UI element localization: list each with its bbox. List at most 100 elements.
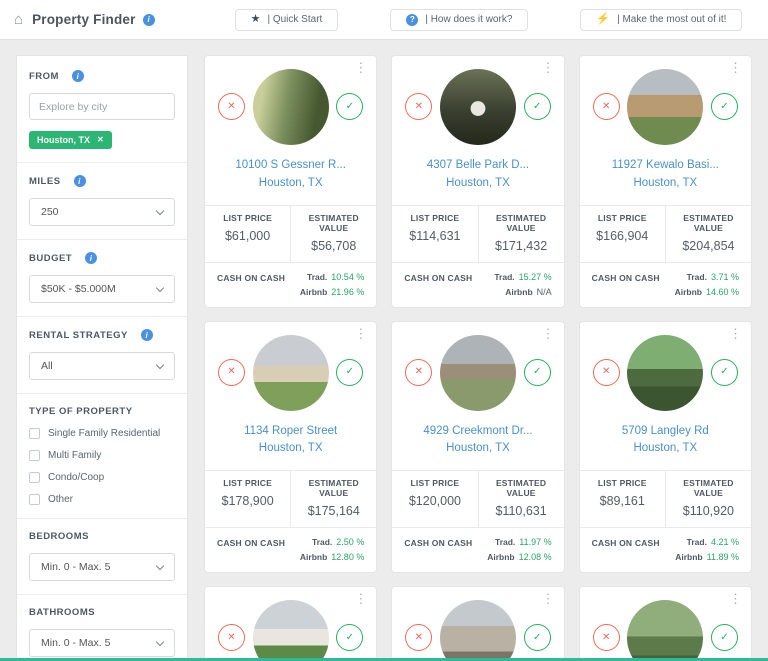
property-address-link[interactable]: 11927 Kewalo Basi... Houston, TX xyxy=(580,157,751,193)
make-the-most-button[interactable]: ⚡ | Make the most out of it! xyxy=(580,9,742,31)
checkbox-single-family[interactable]: Single Family Residential xyxy=(29,428,175,439)
list-price-header: LIST PRICE xyxy=(582,478,663,488)
property-photo[interactable] xyxy=(627,69,703,145)
cash-on-cash-section: CASH ON CASH Trad.15.27 % AirbnbN/A xyxy=(392,262,563,307)
chevron-down-icon xyxy=(156,637,164,645)
city-line: Houston, TX xyxy=(446,442,510,454)
info-icon[interactable]: i xyxy=(143,14,155,26)
property-address-link[interactable]: 1134 Roper Street Houston, TX xyxy=(205,423,376,459)
property-photo[interactable] xyxy=(253,600,329,661)
cash-on-cash-label: CASH ON CASH xyxy=(592,272,660,283)
page-title: Property Finder xyxy=(32,12,136,27)
reject-button[interactable]: ✕ xyxy=(405,93,432,120)
x-icon: ✕ xyxy=(602,367,610,377)
property-photo[interactable] xyxy=(440,600,516,661)
address-line: 11927 Kewalo Basi... xyxy=(612,159,719,171)
checkbox-condo-coop[interactable]: Condo/Coop xyxy=(29,472,175,483)
estimated-value-header: ESTIMATED VALUE xyxy=(481,478,562,498)
property-photo[interactable] xyxy=(253,335,329,411)
reject-button[interactable]: ✕ xyxy=(218,359,245,386)
budget-value: $50K - $5.000M xyxy=(41,283,116,295)
property-photo[interactable] xyxy=(627,335,703,411)
property-photo[interactable] xyxy=(253,69,329,145)
info-icon[interactable]: i xyxy=(72,70,84,82)
info-icon[interactable]: i xyxy=(141,329,153,341)
remove-tag-icon[interactable]: ✕ xyxy=(97,136,104,144)
checkbox-icon[interactable] xyxy=(29,450,40,461)
card-kebab-menu[interactable]: ⋮ xyxy=(725,590,746,607)
property-address-link[interactable]: 4929 Creekmont Dr... Houston, TX xyxy=(392,423,563,459)
card-kebab-menu[interactable]: ⋮ xyxy=(538,325,559,342)
list-price-value: $166,904 xyxy=(582,229,663,243)
list-price-value: $61,000 xyxy=(207,229,288,243)
property-address-link[interactable]: 4307 Belle Park D... Houston, TX xyxy=(392,157,563,193)
price-table: LIST PRICE$166,904 ESTIMATED VALUE$204,8… xyxy=(580,205,751,262)
checkbox-label: Condo/Coop xyxy=(48,472,104,483)
reject-button[interactable]: ✕ xyxy=(405,359,432,386)
x-icon: ✕ xyxy=(602,633,610,643)
city-line: Houston, TX xyxy=(446,177,510,189)
checkbox-icon[interactable] xyxy=(29,472,40,483)
price-table: LIST PRICE$114,631 ESTIMATED VALUE$171,4… xyxy=(392,205,563,262)
reject-button[interactable]: ✕ xyxy=(218,624,245,651)
cash-on-cash-section: CASH ON CASH Trad.2.50 % Airbnb12.80 % xyxy=(205,527,376,572)
info-icon[interactable]: i xyxy=(74,175,86,187)
reject-button[interactable]: ✕ xyxy=(593,93,620,120)
card-kebab-menu[interactable]: ⋮ xyxy=(538,590,559,607)
accept-button[interactable]: ✓ xyxy=(524,624,551,651)
property-photo[interactable] xyxy=(440,335,516,411)
property-photo[interactable] xyxy=(440,69,516,145)
property-photo[interactable] xyxy=(627,600,703,661)
bedrooms-value: Min. 0 - Max. 5 xyxy=(41,561,110,573)
x-icon: ✕ xyxy=(415,633,423,643)
checkbox-icon[interactable] xyxy=(29,428,40,439)
accept-button[interactable]: ✓ xyxy=(336,359,363,386)
star-icon: ★ xyxy=(251,14,261,25)
airbnb-label: Airbnb xyxy=(300,552,327,562)
bathrooms-select[interactable]: Min. 0 - Max. 5 xyxy=(29,629,175,657)
budget-select[interactable]: $50K - $5.000M xyxy=(29,275,175,303)
card-kebab-menu[interactable]: ⋮ xyxy=(350,590,371,607)
accept-button[interactable]: ✓ xyxy=(524,93,551,120)
card-kebab-menu[interactable]: ⋮ xyxy=(725,325,746,342)
reject-button[interactable]: ✕ xyxy=(593,624,620,651)
city-search-input[interactable] xyxy=(29,93,175,120)
chevron-down-icon xyxy=(156,360,164,368)
miles-select[interactable]: 250 xyxy=(29,198,175,226)
checkbox-other[interactable]: Other xyxy=(29,494,175,505)
reject-button[interactable]: ✕ xyxy=(593,359,620,386)
city-line: Houston, TX xyxy=(259,177,323,189)
reject-button[interactable]: ✕ xyxy=(405,624,432,651)
bedrooms-label: BEDROOMS xyxy=(29,531,175,542)
accept-button[interactable]: ✓ xyxy=(711,93,738,120)
card-kebab-menu[interactable]: ⋮ xyxy=(538,59,559,76)
price-table: LIST PRICE$178,900 ESTIMATED VALUE$175,1… xyxy=(205,470,376,527)
trad-label: Trad. xyxy=(312,537,332,547)
card-kebab-menu[interactable]: ⋮ xyxy=(350,59,371,76)
reject-button[interactable]: ✕ xyxy=(218,93,245,120)
miles-value: 250 xyxy=(41,206,59,218)
checkbox-multi-family[interactable]: Multi Family xyxy=(29,450,175,461)
rental-strategy-select[interactable]: All xyxy=(29,352,175,380)
bedrooms-select[interactable]: Min. 0 - Max. 5 xyxy=(29,553,175,581)
home-icon[interactable]: ⌂ xyxy=(14,12,23,27)
card-kebab-menu[interactable]: ⋮ xyxy=(350,325,371,342)
cash-on-cash-label: CASH ON CASH xyxy=(217,537,285,548)
estimated-value-value: $175,164 xyxy=(293,504,374,518)
accept-button[interactable]: ✓ xyxy=(336,93,363,120)
cash-on-cash-label: CASH ON CASH xyxy=(217,272,285,283)
how-does-it-work-button[interactable]: ? | How does it work? xyxy=(390,9,528,31)
property-address-link[interactable]: 10100 S Gessner R... Houston, TX xyxy=(205,157,376,193)
card-kebab-menu[interactable]: ⋮ xyxy=(725,59,746,76)
info-icon[interactable]: i xyxy=(85,252,97,264)
accept-button[interactable]: ✓ xyxy=(336,624,363,651)
cash-on-cash-section: CASH ON CASH Trad.10.54 % Airbnb21.96 % xyxy=(205,262,376,307)
accept-button[interactable]: ✓ xyxy=(524,359,551,386)
accept-button[interactable]: ✓ xyxy=(711,359,738,386)
quick-start-button[interactable]: ★ | Quick Start xyxy=(235,9,339,31)
estimated-value-value: $171,432 xyxy=(481,239,562,253)
checkbox-icon[interactable] xyxy=(29,494,40,505)
list-price-header: LIST PRICE xyxy=(582,213,663,223)
accept-button[interactable]: ✓ xyxy=(711,624,738,651)
property-address-link[interactable]: 5709 Langley Rd Houston, TX xyxy=(580,423,751,459)
